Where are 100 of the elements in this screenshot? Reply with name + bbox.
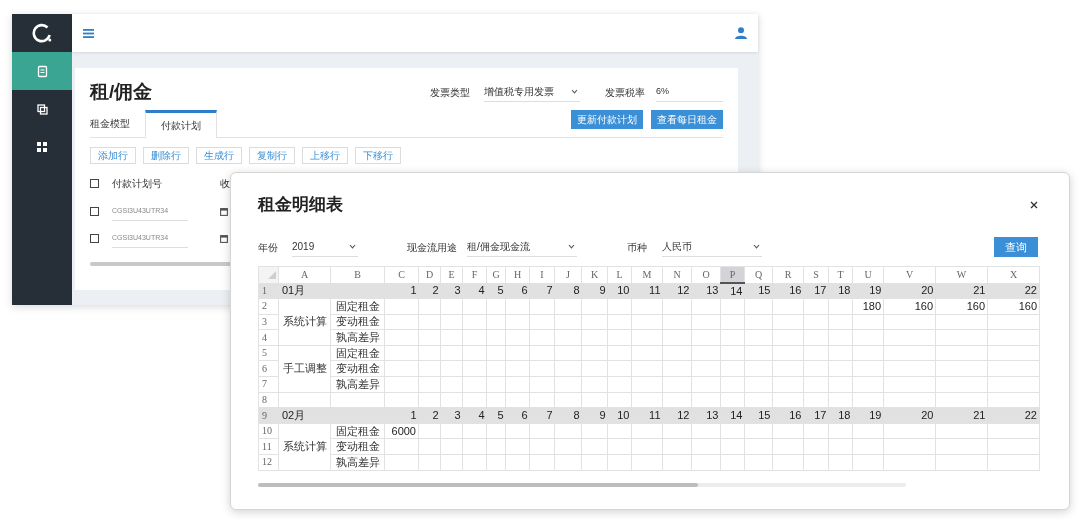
row-header[interactable]: 6 [258, 360, 279, 377]
table-cell: 1 [384, 283, 419, 299]
table-cell: 变动租金 [330, 314, 385, 330]
checkbox[interactable] [90, 207, 99, 216]
table-cell: 160 [883, 298, 936, 315]
column-header[interactable]: M [631, 266, 663, 283]
table-cell: 12 [662, 283, 692, 299]
action-button[interactable]: 查看每日租金 [651, 110, 723, 129]
table-cell: 6000 [384, 423, 419, 439]
filter-select[interactable]: 人民币 [662, 237, 762, 257]
table-cell: 固定租金 [330, 345, 385, 361]
page-title: 租/佣金 [90, 79, 153, 104]
table-cell: 16 [772, 407, 804, 424]
calendar-icon[interactable] [220, 207, 228, 216]
tax-rate-field[interactable]: 6% [656, 82, 723, 102]
column-header[interactable]: T [828, 266, 853, 283]
row-header[interactable]: 1 [258, 283, 279, 299]
table-cell: 孰高差异 [330, 376, 385, 393]
row-header[interactable]: 12 [258, 454, 279, 471]
column-header[interactable]: E [440, 266, 463, 283]
clipboard-icon [36, 64, 48, 78]
toolbar-button[interactable]: 下移行 [355, 147, 401, 164]
column-header[interactable]: J [554, 266, 582, 283]
column-header[interactable]: F [462, 266, 487, 283]
column-header[interactable]: L [607, 266, 632, 283]
toolbar-button[interactable]: 添加行 [90, 147, 136, 164]
table-cell: 01月 [278, 283, 331, 299]
table-cell: 6 [505, 283, 530, 299]
column-header[interactable]: B [330, 266, 385, 283]
table-cell: 8 [554, 283, 582, 299]
row-header[interactable]: 10 [258, 423, 279, 439]
filter-label: 年份 [258, 240, 278, 255]
table-cell: 7 [529, 407, 555, 424]
column-header[interactable]: A [278, 266, 331, 283]
toolbar-button[interactable]: 删除行 [143, 147, 189, 164]
table-cell: 180 [852, 298, 884, 315]
checkbox[interactable] [90, 178, 99, 188]
column-header[interactable]: K [581, 266, 608, 283]
table-cell: 11 [631, 407, 663, 424]
table-cell: 22 [987, 407, 1040, 424]
table-cell: 固定租金 [330, 298, 385, 315]
filter-label: 币种 [627, 240, 647, 255]
column-header[interactable]: H [505, 266, 530, 283]
scrollbar[interactable] [258, 482, 906, 487]
table-cell: 20 [883, 283, 936, 299]
table-cell: 系统计算 [278, 423, 331, 471]
user-icon[interactable] [735, 27, 747, 39]
chevron-down-icon[interactable] [753, 244, 760, 249]
table-cell: 14 [720, 283, 745, 299]
chevron-down-icon[interactable] [568, 244, 575, 249]
row-header[interactable]: 4 [258, 329, 279, 346]
filter-select[interactable]: 租/佣金现金流 [467, 237, 577, 257]
row-header[interactable]: 9 [258, 407, 279, 424]
table-cell: 变动租金 [330, 360, 385, 377]
column-header[interactable]: I [529, 266, 555, 283]
row-header[interactable]: 8 [258, 392, 279, 408]
query-button[interactable]: 查询 [994, 237, 1038, 257]
chevron-down-icon[interactable] [349, 244, 356, 249]
column-header[interactable]: U [852, 266, 884, 283]
column-header[interactable]: D [418, 266, 441, 283]
checkbox[interactable] [90, 234, 99, 243]
calendar-icon[interactable] [220, 234, 228, 243]
column-header[interactable]: V [883, 266, 936, 283]
action-button[interactable]: 更新付款计划 [571, 110, 643, 129]
tab[interactable]: 租金模型 [90, 109, 145, 137]
column-header[interactable]: O [691, 266, 721, 283]
row-header[interactable]: 11 [258, 438, 279, 455]
table-cell: 22 [987, 283, 1040, 299]
table-cell: 5 [486, 407, 506, 424]
column-header[interactable]: Q [744, 266, 773, 283]
table-cell: 4 [462, 407, 487, 424]
invoice-type-select[interactable]: 增值税专用发票 [484, 82, 580, 102]
column-header[interactable]: X [987, 266, 1040, 283]
chevron-down-icon[interactable] [571, 89, 578, 94]
toolbar-button[interactable]: 上移行 [302, 147, 348, 164]
column-header[interactable]: C [384, 266, 419, 283]
column-header[interactable]: R [772, 266, 804, 283]
dialog-title: 租金明细表 [258, 194, 343, 217]
column-header[interactable]: S [803, 266, 829, 283]
table-cell: 2 [418, 407, 441, 424]
row-header[interactable]: 2 [258, 298, 279, 315]
column-header[interactable]: P [720, 266, 745, 283]
table-cell: 2 [418, 283, 441, 299]
row-header[interactable]: 3 [258, 314, 279, 330]
column-header[interactable]: N [662, 266, 692, 283]
tab[interactable]: 付款计划 [145, 110, 217, 138]
toolbar-button[interactable]: 复制行 [249, 147, 295, 164]
table-cell: 8 [554, 407, 582, 424]
column-header[interactable]: W [935, 266, 988, 283]
table-cell: 19 [852, 283, 884, 299]
scrollbar[interactable] [90, 262, 232, 266]
row-header[interactable]: 5 [258, 345, 279, 361]
filter-select[interactable]: 2019 [292, 237, 358, 257]
column-header: 收 [220, 176, 230, 191]
row-header[interactable]: 7 [258, 376, 279, 393]
table-cell: 17 [803, 407, 829, 424]
toolbar-button[interactable]: 生成行 [196, 147, 242, 164]
close-icon[interactable] [1030, 201, 1038, 209]
table-cell: 11 [631, 283, 663, 299]
menu-icon[interactable] [83, 28, 94, 38]
